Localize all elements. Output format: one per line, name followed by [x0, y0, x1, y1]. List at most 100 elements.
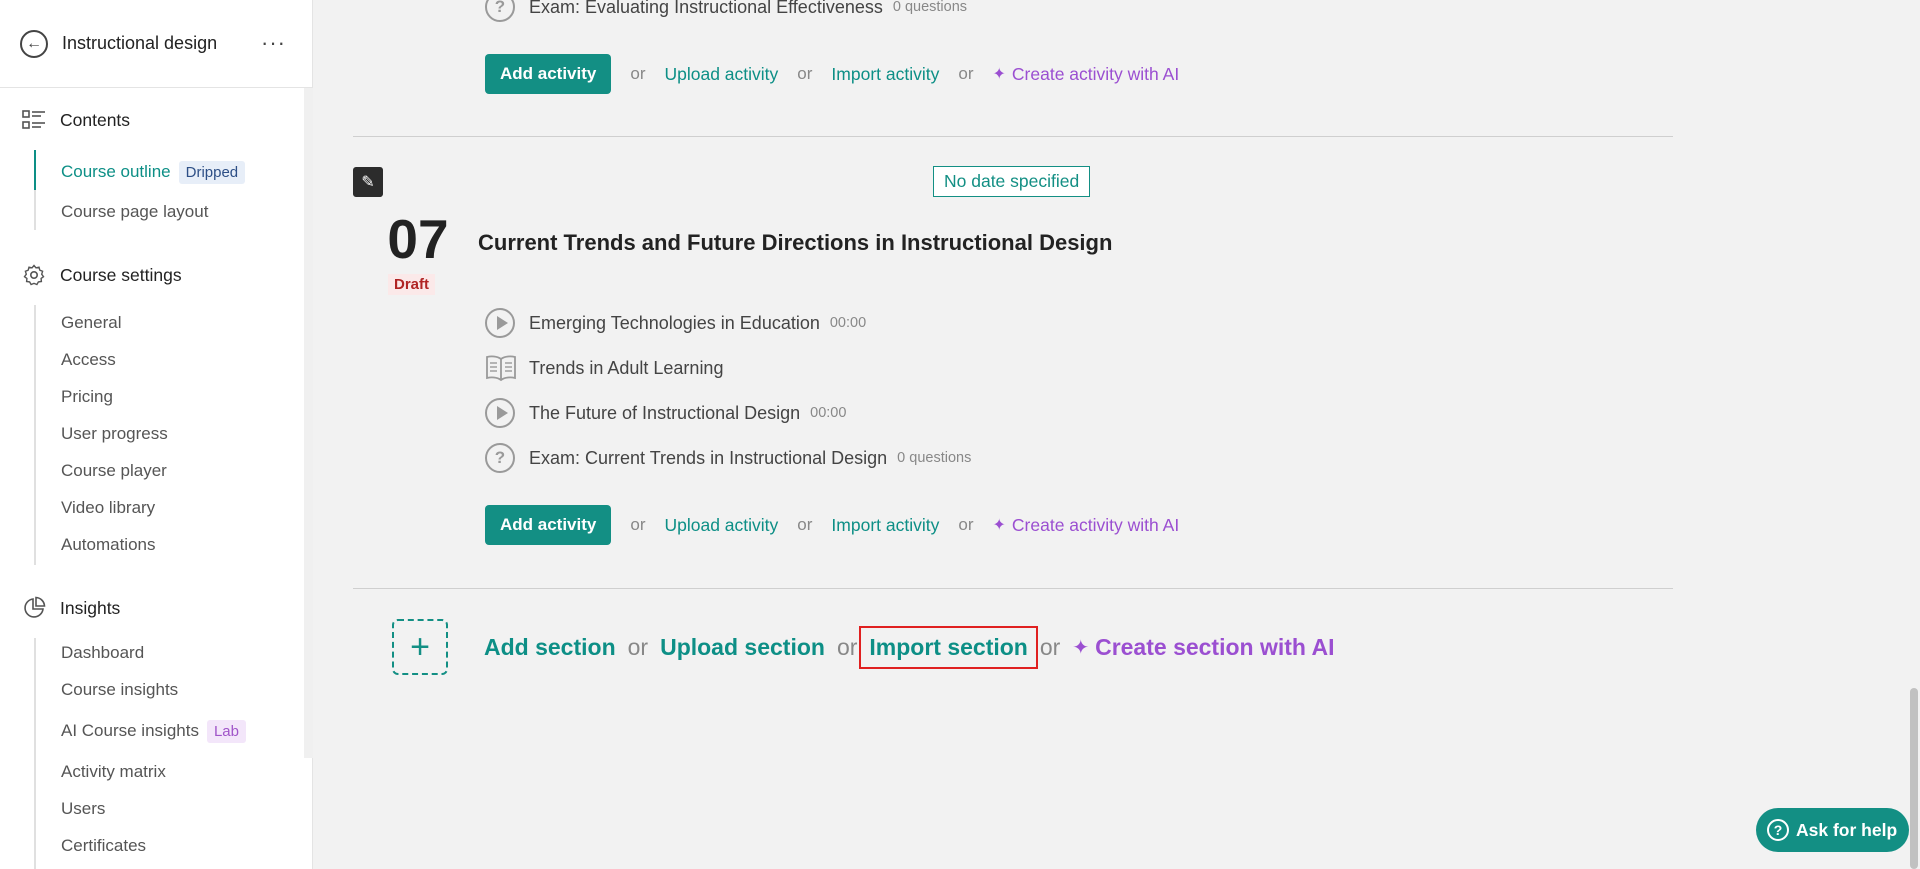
- sidebar-item-users[interactable]: Users: [36, 794, 105, 824]
- date-badge[interactable]: No date specified: [933, 166, 1091, 197]
- activity-row[interactable]: The Future of Instructional Design 00:00: [485, 398, 846, 428]
- ask-for-help-button[interactable]: ? Ask for help: [1756, 808, 1909, 852]
- activity-row[interactable]: ? Exam: Current Trends in Instructional …: [485, 443, 971, 473]
- sidebar-item-general[interactable]: General: [36, 308, 121, 338]
- sidebar-item-course-page-layout[interactable]: Course page layout: [36, 197, 208, 227]
- sidebar-item-course-outline[interactable]: Course outline Dripped: [36, 157, 246, 187]
- activity-meta: 0 questions: [892, 0, 968, 15]
- help-label: Ask for help: [1796, 819, 1898, 840]
- sidebar-item-certificates[interactable]: Certificates: [36, 831, 146, 861]
- help-question-icon: ?: [1767, 819, 1789, 841]
- course-outline-main: ? Exam: Evaluating Instructional Effecti…: [313, 0, 1920, 869]
- activity-title: Trends in Adult Learning: [529, 357, 724, 378]
- create-activity-ai-link[interactable]: ✦ Create activity with AI: [993, 64, 1180, 85]
- activity-actions: Add activity or Upload activity or Impor…: [485, 54, 1179, 94]
- sidebar-item-automations[interactable]: Automations: [36, 530, 156, 560]
- upload-section-link[interactable]: Upload section: [660, 634, 825, 661]
- activity-row[interactable]: Emerging Technologies in Education 00:00: [485, 308, 866, 338]
- course-title: Instructional design: [62, 33, 218, 53]
- activity-meta: 0 questions: [897, 450, 972, 466]
- section-number: 07: [387, 208, 449, 270]
- or-separator: or: [630, 64, 646, 83]
- activity-title: Exam: Evaluating Instructional Effective…: [529, 0, 883, 17]
- sidebar: ← Instructional design ··· Contents Cour…: [0, 0, 313, 869]
- create-section-ai-link[interactable]: ✦ Create section with AI: [1072, 634, 1334, 661]
- upload-activity-link[interactable]: Upload activity: [664, 64, 778, 85]
- activity-meta: 00:00: [810, 405, 847, 421]
- or-separator: or: [627, 633, 649, 660]
- sparkle-icon: ✦: [1072, 636, 1090, 659]
- sidebar-scrollbar[interactable]: [304, 88, 313, 758]
- add-activity-button[interactable]: Add activity: [485, 505, 612, 545]
- insights-label: Insights: [60, 597, 121, 618]
- link-label: Create section with AI: [1095, 633, 1335, 660]
- add-section-link[interactable]: Add section: [484, 634, 616, 661]
- or-separator: or: [958, 64, 974, 83]
- play-icon: [485, 398, 515, 428]
- dripped-badge: Dripped: [178, 160, 246, 184]
- outline-list-icon: [22, 108, 46, 132]
- activity-title: The Future of Instructional Design: [529, 402, 801, 423]
- or-separator: or: [630, 515, 646, 534]
- sidebar-item-user-progress[interactable]: User progress: [36, 419, 168, 449]
- insights-heading[interactable]: Insights: [0, 592, 313, 624]
- sidebar-item-dashboard[interactable]: Dashboard: [36, 638, 144, 668]
- sidebar-item-pricing[interactable]: Pricing: [36, 382, 113, 412]
- or-separator: or: [836, 633, 858, 660]
- page-scrollbar-thumb[interactable]: [1910, 688, 1918, 869]
- section-title[interactable]: Current Trends and Future Directions in …: [478, 230, 1112, 256]
- back-arrow-icon[interactable]: ←: [20, 29, 48, 58]
- course-settings-label: Course settings: [60, 264, 182, 285]
- edit-pencil-icon[interactable]: ✎: [353, 167, 383, 197]
- or-separator: or: [797, 64, 813, 83]
- settings-sublist: General Access Pricing User progress Cou…: [34, 305, 313, 565]
- contents-group: Contents: [0, 104, 313, 136]
- section-divider: [353, 588, 1673, 589]
- sidebar-item-label: Course outline: [61, 162, 171, 181]
- add-section-plus-icon[interactable]: +: [392, 619, 448, 675]
- question-icon: ?: [485, 0, 515, 22]
- upload-activity-link[interactable]: Upload activity: [664, 515, 778, 536]
- play-icon: [485, 308, 515, 338]
- import-section-link[interactable]: Import section: [859, 625, 1038, 669]
- more-options-icon[interactable]: ···: [261, 30, 286, 56]
- settings-group: Course settings: [0, 259, 313, 291]
- insights-sublist: Dashboard Course insights AI Course insi…: [34, 638, 313, 869]
- activity-title: Exam: Current Trends in Instructional De…: [529, 447, 888, 468]
- lab-badge: Lab: [206, 719, 246, 743]
- gear-icon: [22, 263, 46, 287]
- section-divider: [353, 136, 1673, 137]
- sidebar-item-course-player[interactable]: Course player: [36, 456, 167, 486]
- contents-heading[interactable]: Contents: [0, 104, 313, 136]
- create-activity-ai-link[interactable]: ✦ Create activity with AI: [993, 515, 1180, 536]
- or-separator: or: [797, 515, 813, 534]
- sidebar-item-access[interactable]: Access: [36, 345, 116, 375]
- sidebar-item-label: AI Course insights: [61, 721, 199, 740]
- sidebar-item-ai-course-insights[interactable]: AI Course insights Lab: [36, 716, 246, 746]
- or-separator: or: [1039, 633, 1061, 660]
- contents-label: Contents: [60, 109, 131, 130]
- link-label: Create activity with AI: [1011, 63, 1180, 84]
- add-activity-button[interactable]: Add activity: [485, 54, 612, 94]
- activity-meta: 00:00: [829, 315, 867, 331]
- sparkle-icon: ✦: [992, 66, 1006, 83]
- contents-sublist: Course outline Dripped Course page layou…: [34, 150, 313, 230]
- book-icon: [485, 353, 517, 383]
- course-settings-heading[interactable]: Course settings: [0, 259, 313, 291]
- sidebar-header: ← Instructional design ···: [0, 0, 312, 88]
- add-section-row: + Add section or Upload section or Impor…: [392, 619, 1335, 675]
- sidebar-item-video-library[interactable]: Video library: [36, 493, 155, 523]
- activity-row[interactable]: Trends in Adult Learning: [485, 353, 723, 383]
- sidebar-item-activity-matrix[interactable]: Activity matrix: [36, 757, 166, 787]
- import-activity-link[interactable]: Import activity: [831, 515, 939, 536]
- activity-actions: Add activity or Upload activity or Impor…: [485, 505, 1179, 545]
- link-label: Create activity with AI: [1011, 514, 1180, 535]
- pie-chart-icon: [22, 596, 46, 620]
- import-activity-link[interactable]: Import activity: [831, 64, 939, 85]
- draft-badge: Draft: [388, 274, 436, 295]
- question-icon: ?: [485, 443, 515, 473]
- sidebar-item-course-insights[interactable]: Course insights: [36, 675, 178, 705]
- insights-group: Insights: [0, 592, 313, 624]
- activity-row[interactable]: ? Exam: Evaluating Instructional Effecti…: [485, 0, 967, 22]
- sparkle-icon: ✦: [992, 517, 1006, 534]
